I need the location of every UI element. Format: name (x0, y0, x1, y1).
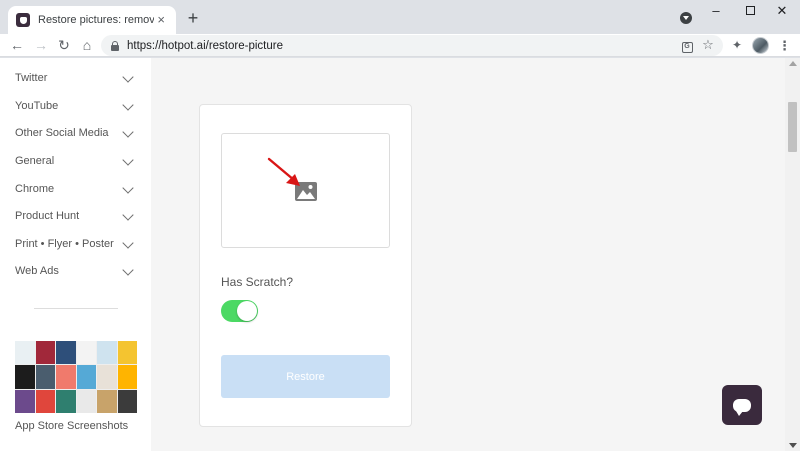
has-scratch-label: Has Scratch? (221, 275, 294, 289)
thumbnail-tile (35, 389, 55, 413)
sidebar-item-label: Chrome (15, 182, 55, 195)
chevron-down-icon (122, 182, 134, 194)
thumbnail-tile (76, 365, 96, 389)
chevron-down-icon (122, 264, 134, 276)
red-arrow-annotation-icon (267, 157, 300, 186)
sidebar-item-label: Other Social Media (15, 126, 109, 139)
tab-title: Restore pictures: remove scratches (38, 14, 155, 26)
sidebar-item-web-ads[interactable]: Web Ads (0, 257, 151, 284)
sidebar-item-twitter[interactable]: Twitter (0, 64, 151, 91)
sidebar-item-label: Product Hunt (15, 209, 80, 222)
scroll-up-arrow-icon[interactable] (789, 61, 797, 66)
sidebar-item-youtube[interactable]: YouTube (0, 92, 151, 119)
lock-icon[interactable] (111, 40, 119, 51)
hotpot-favicon-icon (16, 13, 30, 27)
scroll-down-arrow-icon[interactable] (789, 443, 797, 448)
sidebar-item-label: General (15, 154, 55, 167)
main-area: Has Scratch? Restore (151, 58, 785, 451)
thumbnail-tile (97, 341, 117, 365)
thumbnail-tile (56, 341, 76, 365)
restore-card: Has Scratch? Restore (199, 104, 412, 427)
restore-button[interactable]: Restore (221, 355, 390, 398)
scrollbar-thumb[interactable] (788, 102, 797, 152)
sidebar-item-chrome[interactable]: Chrome (0, 175, 151, 202)
sidebar-item-general[interactable]: General (0, 147, 151, 174)
address-bar[interactable]: https://hotpot.ai/restore-picture G ☆ (101, 35, 723, 56)
thumbnail-tile (76, 389, 96, 413)
thumbnail-tile (76, 341, 96, 365)
chevron-down-icon (122, 99, 134, 111)
browser-tab[interactable]: Restore pictures: remove scratches × (8, 6, 176, 34)
tab-search-icon[interactable] (680, 12, 692, 24)
sidebar-item-label: Web Ads (15, 264, 59, 277)
thumbnail-tile (35, 341, 55, 365)
chevron-down-icon (122, 154, 134, 166)
forward-button[interactable]: → (32, 36, 50, 54)
thumbnail-tile (97, 389, 117, 413)
sidebar-divider (34, 308, 118, 309)
browser-toolbar: ← → ↻ ⌂ https://hotpot.ai/restore-pictur… (0, 34, 800, 57)
page-scrollbar[interactable] (785, 58, 800, 451)
sidebar-item-product-hunt[interactable]: Product Hunt (0, 202, 151, 229)
url-text[interactable]: https://hotpot.ai/restore-picture (127, 40, 283, 52)
reload-button[interactable]: ↻ (55, 36, 73, 54)
window-close-button[interactable]: ✕ (762, 0, 800, 24)
chevron-down-icon (122, 209, 134, 221)
thumbnail-tile (15, 365, 35, 389)
translate-icon[interactable]: G (680, 38, 694, 53)
sidebar: Twitter YouTube Other Social Media Gener… (0, 58, 151, 451)
sidebar-item-print-flyer-poster[interactable]: Print • Flyer • Poster (0, 230, 151, 257)
bookmark-star-icon[interactable]: ☆ (701, 38, 715, 52)
thumbnail-tile (35, 365, 55, 389)
sidebar-item-label: Print • Flyer • Poster (15, 237, 114, 250)
chat-button[interactable] (722, 385, 762, 425)
thumbnail-tile (15, 341, 35, 365)
chevron-down-icon (122, 237, 134, 249)
toggle-knob (237, 301, 257, 321)
thumbnail-tile (97, 365, 117, 389)
thumbnail-tile (15, 389, 35, 413)
thumbnail-tile (56, 389, 76, 413)
extensions-puzzle-icon[interactable]: ✦ (730, 38, 744, 52)
browser-menu-icon[interactable]: ⋮ (778, 37, 791, 54)
new-tab-button[interactable]: + (184, 9, 202, 27)
sidebar-item-other-social-media[interactable]: Other Social Media (0, 119, 151, 146)
thumbnail-tile (117, 365, 137, 389)
thumbnail-tile (117, 341, 137, 365)
app-store-screenshots-thumbnail[interactable] (15, 341, 137, 413)
image-upload-dropzone[interactable] (221, 133, 390, 248)
thumbnail-caption[interactable]: App Store Screenshots (15, 420, 128, 432)
sidebar-item-label: Twitter (15, 71, 48, 84)
maximize-icon (745, 6, 755, 15)
has-scratch-toggle[interactable] (221, 300, 258, 322)
sidebar-item-label: YouTube (15, 99, 59, 112)
home-button[interactable]: ⌂ (78, 36, 96, 54)
chevron-down-icon (122, 71, 134, 83)
chevron-down-icon (122, 126, 134, 138)
browser-tabstrip: Restore pictures: remove scratches × + –… (0, 0, 800, 34)
page-content: Twitter YouTube Other Social Media Gener… (0, 58, 800, 451)
thumbnail-tile (56, 365, 76, 389)
tab-close-icon[interactable]: × (154, 13, 168, 27)
back-button[interactable]: ← (8, 36, 26, 54)
thumbnail-tile (117, 389, 137, 413)
chat-bubble-icon (733, 398, 751, 416)
profile-avatar[interactable] (752, 37, 769, 54)
